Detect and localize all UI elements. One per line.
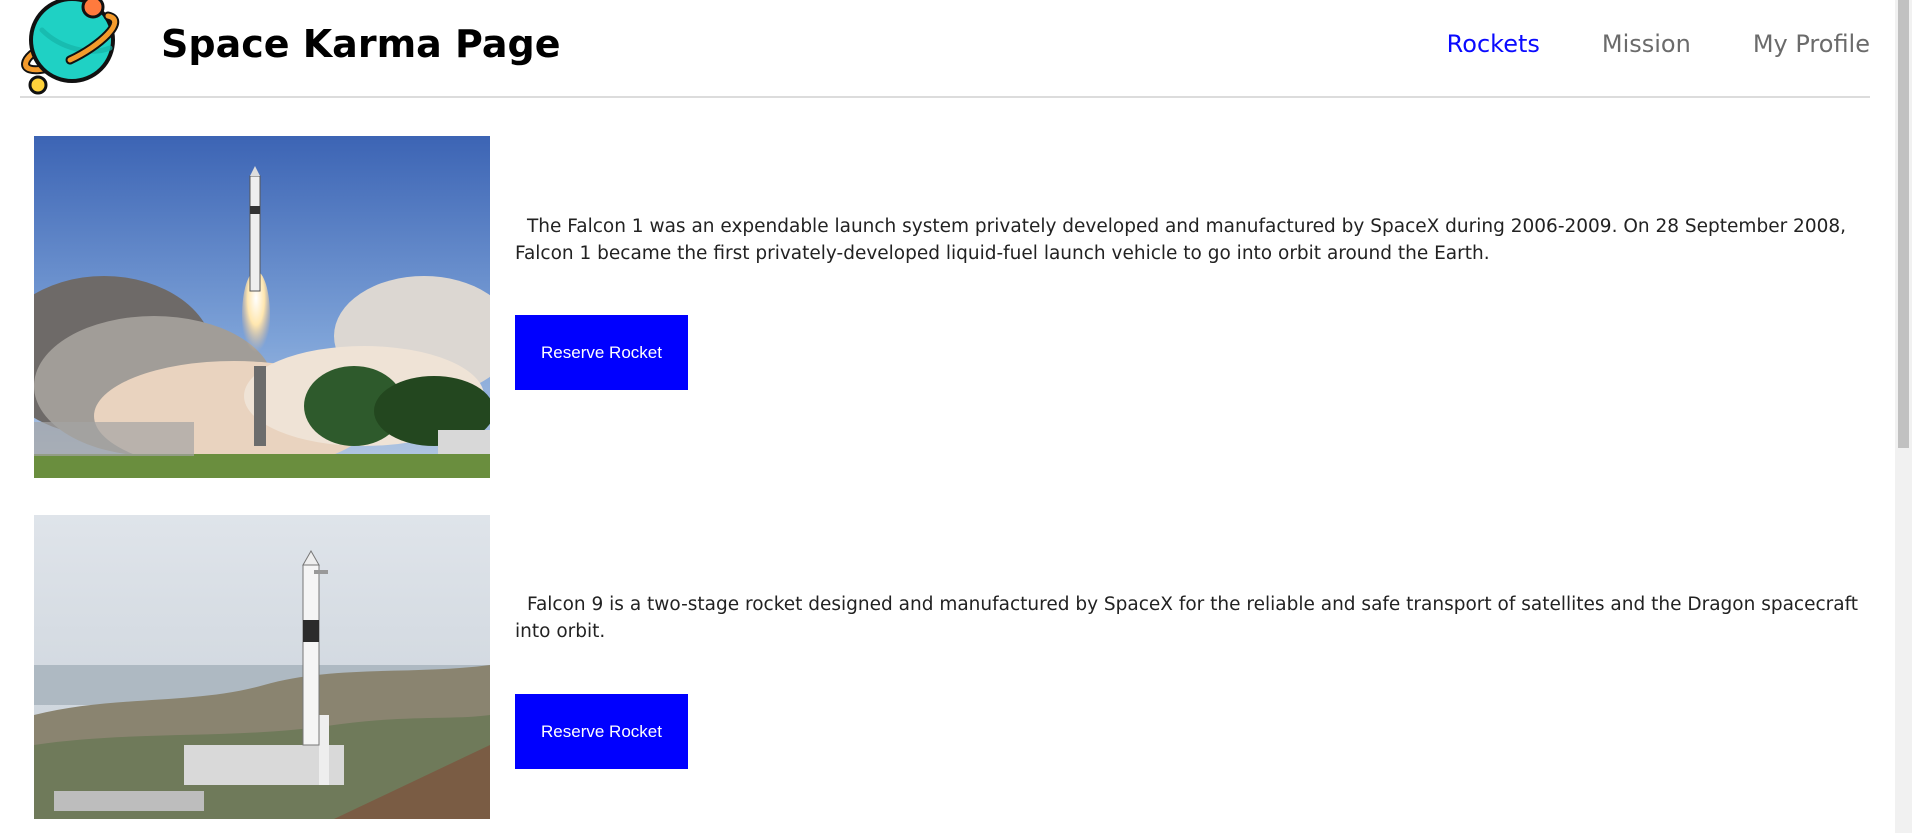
vertical-scrollbar[interactable] bbox=[1895, 0, 1912, 833]
rocket-card: The Falcon 1 was an expendable launch sy… bbox=[34, 136, 1864, 478]
page: Space Karma Page Rockets Mission My Prof… bbox=[0, 0, 1912, 833]
nav-link-rockets[interactable]: Rockets bbox=[1447, 26, 1540, 62]
nav-link-my-profile[interactable]: My Profile bbox=[1753, 26, 1870, 62]
rocket-image bbox=[34, 515, 490, 819]
site-title: Space Karma Page bbox=[161, 22, 561, 66]
rocket-description: The Falcon 1 was an expendable launch sy… bbox=[515, 216, 1847, 264]
scrollbar-thumb[interactable] bbox=[1898, 0, 1909, 448]
rocket-description: Falcon 9 is a two-stage rocket designed … bbox=[515, 594, 1859, 642]
planet-logo-icon[interactable] bbox=[20, 0, 124, 96]
main-nav: Rockets Mission My Profile bbox=[1447, 26, 1870, 62]
reserve-rocket-button[interactable]: Reserve Rocket bbox=[515, 694, 688, 769]
site-header: Space Karma Page Rockets Mission My Prof… bbox=[20, 0, 1870, 98]
nav-link-mission[interactable]: Mission bbox=[1602, 26, 1691, 62]
reserve-rocket-button[interactable]: Reserve Rocket bbox=[515, 315, 688, 390]
rocket-card: Falcon 9 is a two-stage rocket designed … bbox=[34, 515, 1864, 819]
rocket-image bbox=[34, 136, 490, 478]
